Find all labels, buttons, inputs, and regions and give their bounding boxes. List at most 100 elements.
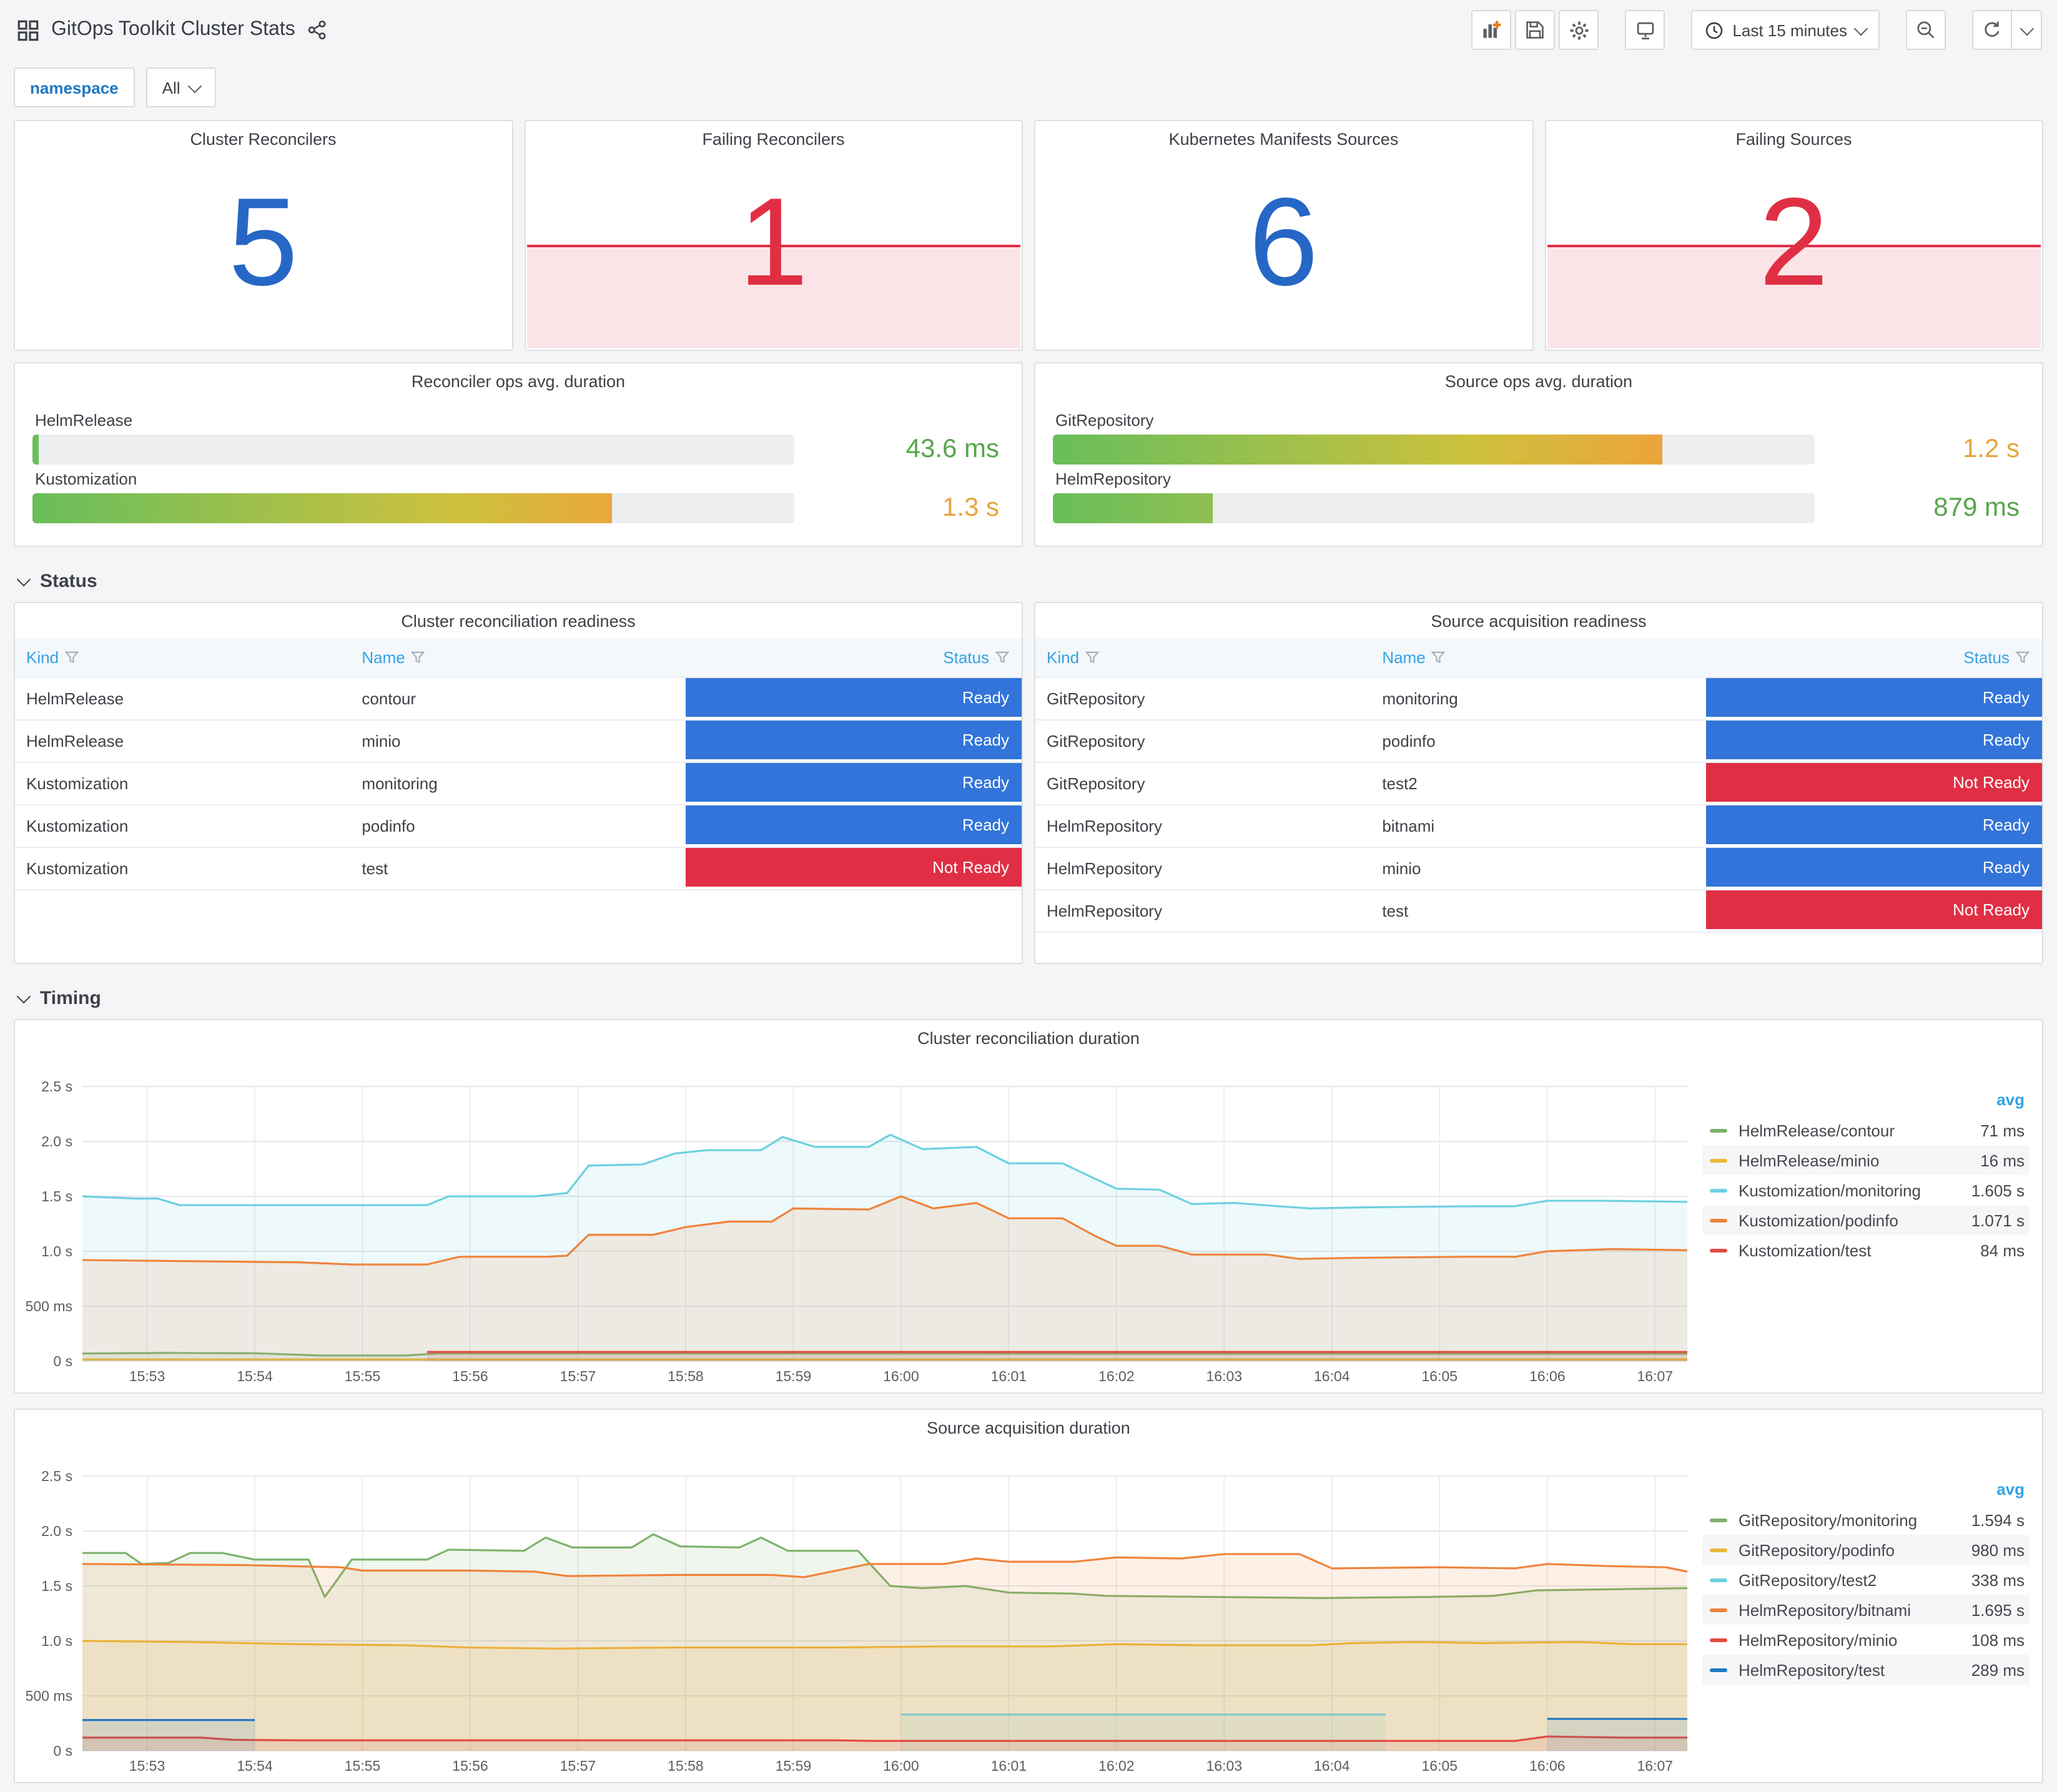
legend-series-name: HelmRepository/minio [1739,1630,1898,1649]
legend-series-avg: 1.594 s [1971,1510,2025,1529]
stat-panel-failing-reconcilers: Failing Reconcilers 1 [524,120,1023,351]
legend-series-avg: 1.605 s [1971,1181,2025,1199]
column-header-status[interactable]: Status [686,638,1022,678]
namespace-variable-select[interactable]: All [146,67,217,107]
chart-plot[interactable]: 0 s 500 ms 1.0 s 1.5 s 2.0 s 2.5 s 15:53 15:54 1… [15,1445,1695,1786]
svg-text:16:03: 16:03 [1206,1368,1243,1384]
column-header-kind[interactable]: Kind [1035,638,1371,678]
zoom-out-button[interactable] [1906,10,1946,50]
legend-series-name: Kustomization/monitoring [1739,1181,1921,1199]
legend-item[interactable]: HelmRelease/minio 16 ms [1702,1145,2030,1175]
legend-avg-header[interactable]: avg [1702,1085,2030,1115]
panel-title[interactable]: Cluster Reconcilers [15,130,511,149]
gauge-value: 1.2 s [1962,435,2020,463]
svg-text:16:02: 16:02 [1098,1368,1135,1384]
legend-series-avg: 1.071 s [1971,1211,2025,1229]
table-row: HelmRepository test Not Ready [1035,890,2042,933]
legend-item[interactable]: GitRepository/monitoring 1.594 s [1702,1505,2030,1535]
column-header-status[interactable]: Status [1706,638,2042,678]
filter-funnel-icon[interactable] [995,651,1010,664]
table-cell: bitnami [1371,805,1707,848]
column-header-kind[interactable]: Kind [15,638,351,678]
column-header-name[interactable]: Name [1371,638,1707,678]
legend-series-swatch [1710,1218,1727,1222]
column-header-name[interactable]: Name [350,638,686,678]
namespace-variable-label[interactable]: namespace [14,67,135,107]
legend-series-avg: 289 ms [1971,1660,2025,1679]
legend-item[interactable]: HelmRepository/test 289 ms [1702,1655,2030,1685]
svg-text:15:55: 15:55 [345,1758,381,1774]
filter-funnel-icon[interactable] [1085,651,1100,664]
chevron-down-icon [16,571,31,586]
legend-series-avg: 108 ms [1971,1630,2025,1649]
filter-funnel-icon[interactable] [64,651,79,664]
panel-title[interactable]: Cluster reconciliation readiness [15,612,1022,631]
table-cell: test [350,847,686,890]
gauge-bar-row: 43.6 ms [32,435,1004,465]
filter-funnel-icon[interactable] [411,651,426,664]
panel-title[interactable]: Failing Sources [1546,130,2042,149]
panel-title[interactable]: Kubernetes Manifests Sources [1035,130,1532,149]
legend-series-swatch [1710,1518,1727,1522]
share-icon[interactable] [308,20,328,40]
legend-avg-header[interactable]: avg [1702,1475,2030,1505]
refresh-interval-button[interactable] [2012,10,2042,50]
panel-title[interactable]: Failing Reconcilers [525,130,1022,149]
table-panel-cluster-readiness: Cluster reconciliation readiness Kind Nam… [14,602,1023,964]
readiness-table: Kind Name Status HelmRelease contour Ready Hel… [15,638,1022,890]
panel-title[interactable]: Source acquisition duration [15,1419,2042,1437]
time-range-picker[interactable]: Last 15 minutes [1691,10,1880,50]
legend-item[interactable]: Kustomization/podinfo 1.071 s [1702,1205,2030,1235]
filter-funnel-icon[interactable] [2015,651,2030,664]
section-row-status[interactable]: Status [0,558,2057,602]
legend-series-avg: 84 ms [1980,1241,2025,1259]
filter-funnel-icon[interactable] [1431,651,1446,664]
panel-title[interactable]: Reconciler ops avg. duration [15,372,1022,391]
legend-item[interactable]: HelmRelease/contour 71 ms [1702,1115,2030,1145]
dashboard-grid-icon[interactable] [17,19,39,41]
legend-series-avg: 71 ms [1980,1121,2025,1140]
legend-series-swatch [1710,1158,1727,1162]
panel-title[interactable]: Cluster reconciliation duration [15,1029,2042,1048]
table-cell: Ready [686,677,1022,721]
svg-text:15:56: 15:56 [452,1758,488,1774]
refresh-button[interactable] [1972,10,2012,50]
svg-text:1.0 s: 1.0 s [41,1243,72,1259]
stat-value: 2 [1759,172,1829,312]
gauges-row: Reconciler ops avg. duration HelmRelease… [0,362,2057,547]
svg-text:1.5 s: 1.5 s [41,1578,72,1594]
chart-plot[interactable]: 0 s 500 ms 1.0 s 1.5 s 2.0 s 2.5 s 15:53 15:54 1… [15,1055,1695,1396]
legend-series-swatch [1710,1608,1727,1612]
table-cell: test2 [1371,762,1707,805]
cycle-view-button[interactable] [1625,10,1665,50]
legend-item[interactable]: Kustomization/monitoring 1.605 s [1702,1175,2030,1205]
legend-series-swatch [1710,1578,1727,1582]
gauge-bar-row: 1.2 s [1053,435,2025,465]
dashboard-settings-button[interactable] [1559,10,1599,50]
table-row: GitRepository monitoring Ready [1035,677,2042,721]
svg-text:15:55: 15:55 [345,1368,381,1384]
legend-series-name: HelmRelease/minio [1739,1151,1880,1169]
legend-item[interactable]: HelmRepository/bitnami 1.695 s [1702,1595,2030,1625]
stat-value: 6 [1248,172,1319,312]
table-cell: minio [350,720,686,763]
svg-text:15:59: 15:59 [776,1758,812,1774]
legend-item[interactable]: Kustomization/test 84 ms [1702,1235,2030,1265]
panel-title[interactable]: Source ops avg. duration [1035,372,2042,391]
legend-series-name: Kustomization/podinfo [1739,1211,1898,1229]
legend-series-name: HelmRelease/contour [1739,1121,1895,1140]
table-cell: GitRepository [1035,762,1371,805]
dashboard-header: GitOps Toolkit Cluster Stats Last 15 min… [0,0,2057,57]
save-dashboard-button[interactable] [1515,10,1556,50]
legend-item[interactable]: HelmRepository/minio 108 ms [1702,1625,2030,1655]
legend-item[interactable]: GitRepository/test2 338 ms [1702,1565,2030,1595]
svg-text:16:06: 16:06 [1529,1758,1566,1774]
gauge-label: Kustomization [35,470,137,488]
add-panel-button[interactable] [1471,10,1512,50]
legend-item[interactable]: GitRepository/podinfo 980 ms [1702,1535,2030,1565]
gauge-track [1053,435,1815,465]
svg-text:15:57: 15:57 [560,1758,596,1774]
section-row-timing[interactable]: Timing [0,975,2057,1019]
status-badge: Not Ready [1706,763,2042,804]
panel-title[interactable]: Source acquisition readiness [1035,612,2042,631]
